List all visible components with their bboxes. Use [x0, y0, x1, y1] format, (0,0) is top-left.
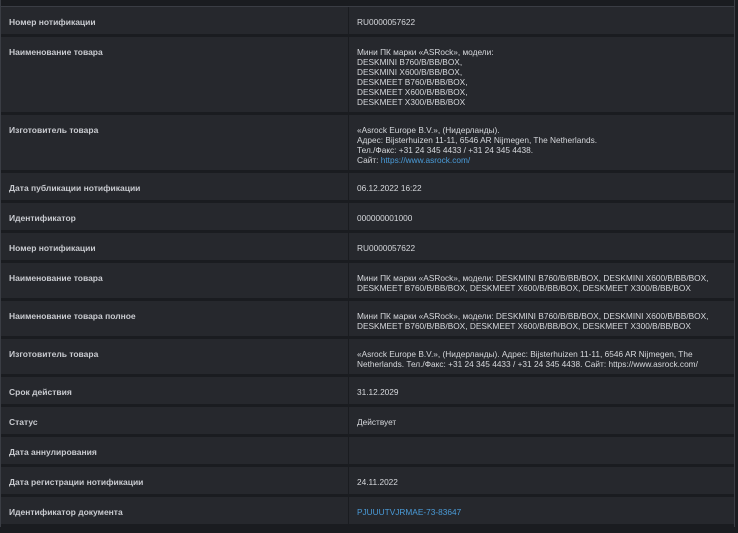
document-id-link[interactable]: PJUUUTVJRMAE-73-83647 [357, 507, 461, 517]
row-label: Идентификатор документа [1, 497, 349, 524]
site-label: Сайт: [357, 155, 381, 165]
table-row: Изготовитель товара «Asrock Europe B.V.»… [1, 339, 734, 377]
row-label: Дата аннулирования [1, 437, 349, 464]
document-id-value: PJUUUTVJRMAE-73-83647 [349, 497, 734, 524]
row-value: «Asrock Europe B.V.», (Нидерланды). Адре… [357, 349, 698, 369]
status-value: Действует [357, 417, 397, 427]
row-label: Наименование товара [1, 263, 349, 298]
table-row: Изготовитель товара «Asrock Europe B.V.»… [1, 115, 734, 173]
manufacturer-value: «Asrock Europe B.V.», (Нидерланды). Адре… [349, 115, 734, 170]
table-row: Дата аннулирования [1, 437, 734, 467]
row-value: RU0000057622 [357, 17, 416, 27]
row-label: Дата регистрации нотификации [1, 467, 349, 494]
row-value: 06.12.2022 16:22 [357, 183, 422, 193]
row-value: Мини ПК марки «ASRock», модели: DESKMINI… [357, 311, 709, 331]
table-row: Наименование товара полное Мини ПК марки… [1, 301, 734, 339]
row-value: 24.11.2022 [357, 477, 398, 487]
row-value: RU0000057622 [357, 243, 416, 253]
table-row: Статус Действует [1, 407, 734, 437]
manufacturer-site-link[interactable]: https://www.asrock.com/ [381, 155, 470, 165]
row-label: Изготовитель товара [1, 339, 349, 374]
table-row: Дата публикации нотификации 06.12.2022 1… [1, 173, 734, 203]
row-label: Наименование товара полное [1, 301, 349, 336]
notification-details-table: Номер нотификации RU0000057622 Наименова… [0, 0, 735, 527]
row-label: Номер нотификации [1, 233, 349, 260]
row-value: Мини ПК марки «ASRock», модели: DESKMINI… [357, 47, 494, 107]
table-row: Номер нотификации RU0000057622 [1, 6, 734, 37]
row-value [349, 437, 734, 464]
table-row: Наименование товара Мини ПК марки «ASRoc… [1, 263, 734, 301]
row-label: Срок действия [1, 377, 349, 404]
row-value: 000000001000 [357, 213, 413, 223]
table-row: Дата регистрации нотификации 24.11.2022 [1, 467, 734, 497]
row-label: Изготовитель товара [1, 115, 349, 170]
row-label: Дата публикации нотификации [1, 173, 349, 200]
table-row: Наименование товара Мини ПК марки «ASRoc… [1, 37, 734, 115]
table-row: Идентификатор 000000001000 [1, 203, 734, 233]
table-row: Номер нотификации RU0000057622 [1, 233, 734, 263]
table-row: Идентификатор документа PJUUUTVJRMAE-73-… [1, 497, 734, 527]
row-label: Наименование товара [1, 37, 349, 112]
row-label: Статус [1, 407, 349, 434]
row-value: 31.12.2029 [357, 387, 399, 397]
row-label: Идентификатор [1, 203, 349, 230]
table-row: Срок действия 31.12.2029 [1, 377, 734, 407]
row-label: Номер нотификации [1, 7, 349, 34]
manufacturer-text: «Asrock Europe B.V.», (Нидерланды). Адре… [357, 125, 598, 155]
row-value: Мини ПК марки «ASRock», модели: DESKMINI… [357, 273, 709, 293]
